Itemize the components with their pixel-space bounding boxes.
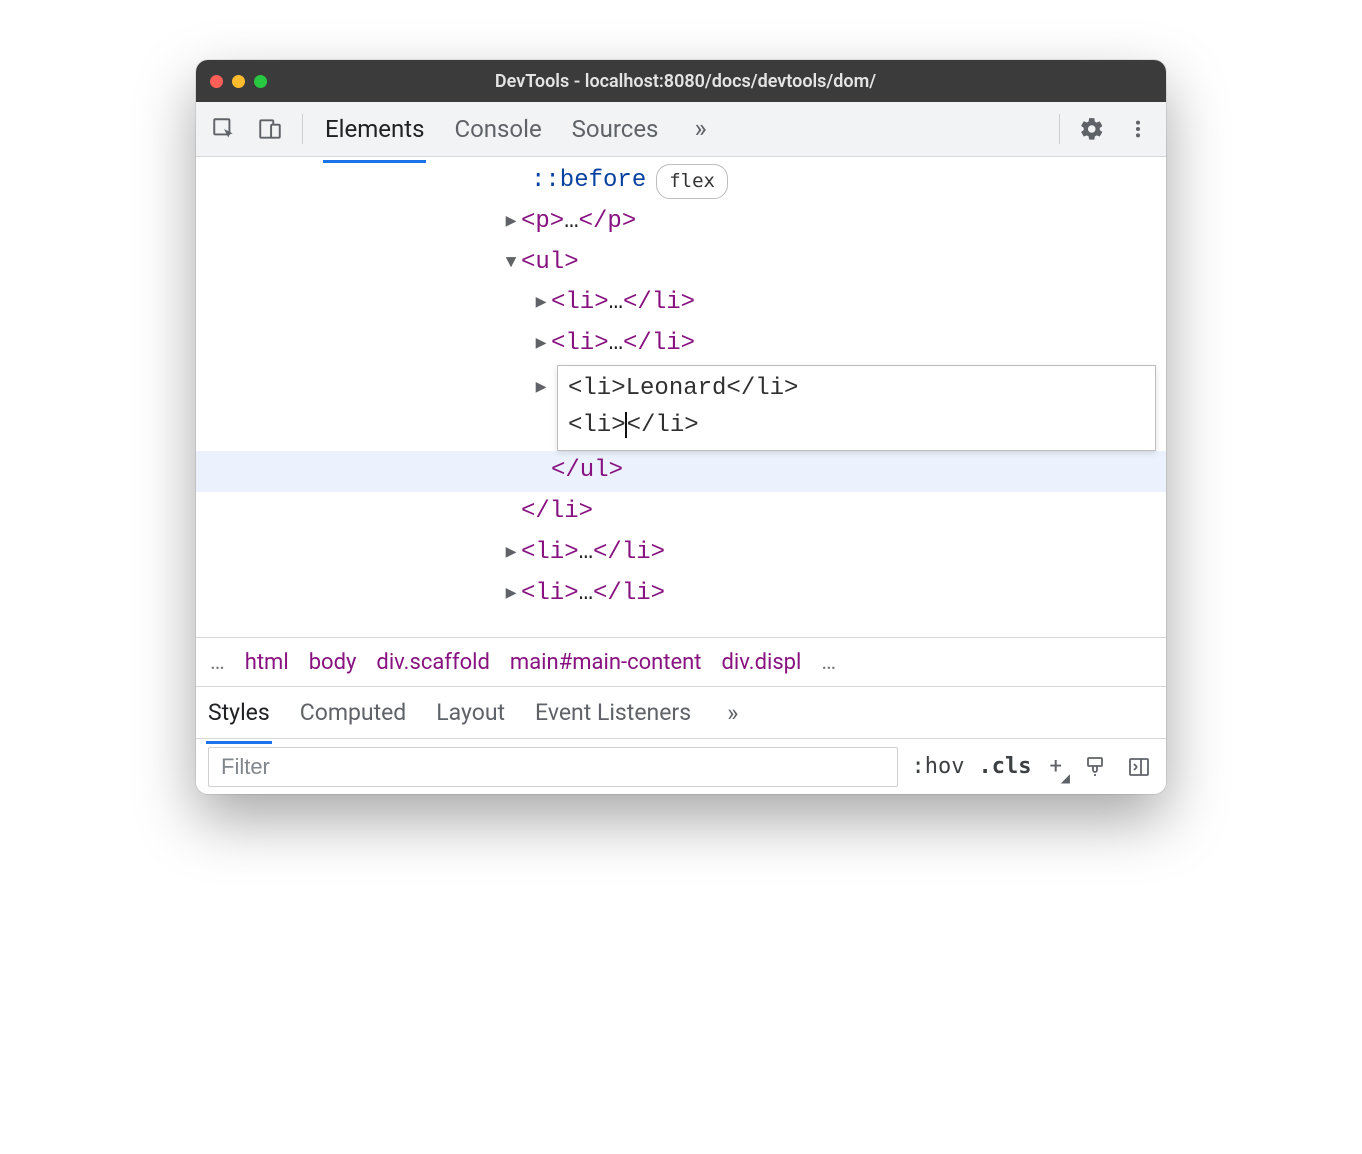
flex-badge[interactable]: flex: [656, 164, 728, 198]
tab-sources[interactable]: Sources: [570, 105, 661, 153]
dom-node-li[interactable]: <li>…</li>: [196, 324, 1166, 365]
devtools-window: DevTools - localhost:8080/docs/devtools/…: [196, 60, 1166, 794]
collapse-arrow-icon[interactable]: [501, 248, 521, 279]
dropdown-caret-icon: ◢: [1061, 771, 1070, 785]
main-toolbar: Elements Console Sources »: [196, 102, 1166, 157]
breadcrumb-item[interactable]: main#main-content: [510, 650, 702, 675]
stab-computed[interactable]: Computed: [298, 691, 409, 734]
dom-node-p[interactable]: <p>…</p>: [196, 202, 1166, 243]
stab-styles[interactable]: Styles: [206, 691, 272, 734]
kebab-menu-icon[interactable]: [1118, 109, 1158, 149]
more-stabs-button[interactable]: »: [719, 699, 746, 727]
expand-arrow-icon[interactable]: [501, 538, 521, 569]
dom-node-ul-close[interactable]: </ul>: [196, 451, 1166, 492]
dom-breadcrumb[interactable]: … html body div.scaffold main#main-conte…: [196, 637, 1166, 687]
styles-filter-row: :hov .cls +◢: [196, 739, 1166, 794]
styles-tabs: Styles Computed Layout Event Listeners »: [196, 687, 1166, 739]
breadcrumb-item: html: [245, 650, 289, 675]
tab-elements[interactable]: Elements: [323, 105, 426, 153]
edit-line: <li>Leonard</li>: [568, 370, 1145, 407]
paint-brush-icon[interactable]: [1080, 752, 1110, 782]
edit-line: <li></li>: [568, 407, 1145, 444]
breadcrumb-item: body: [309, 650, 357, 675]
expand-arrow-icon[interactable]: [531, 288, 551, 319]
toolbar-divider: [302, 114, 303, 144]
dom-node-li[interactable]: <li>…</li>: [196, 283, 1166, 324]
dom-node-li-close[interactable]: </li>: [196, 492, 1166, 533]
dom-pseudo-before[interactable]: ::before flex: [196, 161, 1166, 202]
html-edit-box[interactable]: <li>Leonard</li> <li></li>: [557, 365, 1156, 451]
toggle-sidebar-icon[interactable]: [1124, 752, 1154, 782]
pseudo-label: ::before: [531, 161, 646, 202]
breadcrumb-ellipsis: …: [821, 650, 836, 675]
device-toggle-icon[interactable]: [250, 109, 290, 149]
more-tabs-button[interactable]: »: [686, 114, 714, 144]
expand-arrow-icon[interactable]: [501, 207, 521, 238]
tab-console[interactable]: Console: [452, 105, 543, 153]
settings-gear-icon[interactable]: [1072, 109, 1112, 149]
expand-arrow-icon[interactable]: [531, 373, 551, 404]
toolbar-divider: [1059, 114, 1060, 144]
hov-toggle[interactable]: :hov: [912, 754, 965, 779]
stab-event-listeners[interactable]: Event Listeners: [533, 691, 693, 734]
cls-toggle[interactable]: .cls: [979, 754, 1032, 779]
breadcrumb-item[interactable]: div.displ: [722, 650, 802, 675]
breadcrumb-item[interactable]: div.scaffold: [376, 650, 490, 675]
dom-node-ul[interactable]: <ul>: [196, 243, 1166, 284]
inspect-element-icon[interactable]: [204, 109, 244, 149]
titlebar: DevTools - localhost:8080/docs/devtools/…: [196, 60, 1166, 102]
dom-node-edit[interactable]: <li>Leonard</li> <li></li>: [196, 365, 1166, 451]
dom-node-li[interactable]: <li>…</li>: [196, 533, 1166, 574]
breadcrumb-ellipsis[interactable]: …: [210, 650, 225, 675]
dom-tree[interactable]: ::before flex <p>…</p> <ul> <li>…</li> <…: [196, 157, 1166, 637]
dom-node-li[interactable]: <li>…</li>: [196, 574, 1166, 615]
stab-layout[interactable]: Layout: [434, 691, 507, 734]
main-tabs: Elements Console Sources »: [315, 105, 1047, 153]
new-style-rule-button[interactable]: +◢: [1046, 754, 1066, 779]
expand-arrow-icon[interactable]: [501, 579, 521, 610]
expand-arrow-icon[interactable]: [531, 329, 551, 360]
window-title: DevTools - localhost:8080/docs/devtools/…: [219, 71, 1152, 92]
styles-filter-input[interactable]: [208, 747, 898, 787]
